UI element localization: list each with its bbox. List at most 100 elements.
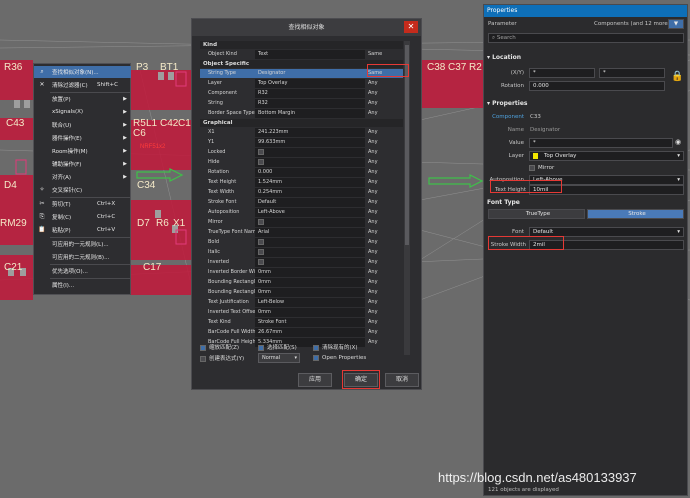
property-row[interactable]: Locked Any xyxy=(200,148,403,157)
context-menu-item[interactable]: Room操作(M) ▶ xyxy=(34,145,131,157)
vertical-scrollbar[interactable] xyxy=(404,41,410,355)
lock-icon[interactable]: 🔒 xyxy=(671,71,683,82)
property-row[interactable]: Rotation 0.000 Any xyxy=(200,168,403,177)
property-value[interactable] xyxy=(255,248,365,257)
property-row[interactable]: Component R32 Any xyxy=(200,89,403,98)
property-row[interactable]: Border Space Type Bottom Margin Any xyxy=(200,109,403,118)
section-header[interactable]: Kind xyxy=(200,41,403,49)
property-value[interactable]: 241.223mm xyxy=(255,128,365,137)
match-select[interactable]: Any xyxy=(365,89,403,98)
property-value[interactable]: 0mm xyxy=(255,288,365,297)
rotation-input[interactable]: 0.000 xyxy=(529,81,665,91)
context-menu-item[interactable]: 辅助操作(F) ▶ xyxy=(34,158,131,170)
match-select[interactable]: Any xyxy=(365,238,403,247)
property-value[interactable]: 0.000 xyxy=(255,168,365,177)
match-select[interactable]: Any xyxy=(365,178,403,187)
match-select[interactable]: Any xyxy=(365,79,403,88)
layer-select[interactable]: Top Overlay ▾ xyxy=(529,151,684,161)
context-menu-item[interactable]: 放置(P) ▶ xyxy=(34,93,131,105)
property-value[interactable]: Left-Above xyxy=(255,208,365,217)
y-input[interactable]: * xyxy=(599,68,665,78)
match-select[interactable]: Any xyxy=(365,168,403,177)
match-select[interactable]: Any xyxy=(365,109,403,118)
property-row[interactable]: BarCode Full Width 26.67mm Any xyxy=(200,328,403,337)
match-select[interactable]: Any xyxy=(365,278,403,287)
stroke-toggle[interactable]: Stroke xyxy=(587,209,684,219)
cancel-button[interactable]: 取消 xyxy=(385,373,419,387)
property-value[interactable]: 26.67mm xyxy=(255,328,365,337)
property-row[interactable]: Text Width 0.254mm Any xyxy=(200,188,403,197)
property-value[interactable] xyxy=(255,148,365,157)
match-select[interactable]: Any xyxy=(365,218,403,227)
search-input[interactable]: ⌕ Search xyxy=(488,33,684,43)
property-row[interactable]: Inverted Text Offset 0mm Any xyxy=(200,308,403,317)
truetype-toggle[interactable]: TrueType xyxy=(488,209,585,219)
match-select[interactable]: Any xyxy=(365,198,403,207)
properties-section[interactable]: ▾ Properties xyxy=(487,100,527,107)
property-row[interactable]: Italic Any xyxy=(200,248,403,257)
property-row[interactable]: Layer Top Overlay Any xyxy=(200,79,403,88)
value-input[interactable]: * xyxy=(529,138,673,148)
match-select[interactable]: Same xyxy=(365,50,403,59)
match-select[interactable]: Any xyxy=(365,128,403,137)
property-row[interactable]: Autoposition Left-Above Any xyxy=(200,208,403,217)
property-value[interactable]: Designator xyxy=(255,69,365,78)
match-select[interactable]: Any xyxy=(365,158,403,167)
property-value[interactable]: 99.633mm xyxy=(255,138,365,147)
match-select[interactable]: Any xyxy=(365,138,403,147)
create-expression-option[interactable]: 创建表达式(Y) xyxy=(200,354,244,362)
context-menu-item[interactable]: ⎘ 复制(C) Ctrl+C xyxy=(34,211,131,223)
zoom-match-option[interactable]: 缩放匹配(Z) xyxy=(200,343,239,351)
section-header[interactable]: Graphical xyxy=(200,119,403,127)
property-row[interactable]: Mirror Any xyxy=(200,218,403,227)
context-menu-item[interactable]: 属性(I)... xyxy=(34,279,131,291)
context-menu-item[interactable]: xSignals(X) ▶ xyxy=(34,106,131,118)
property-value[interactable]: Stroke Font xyxy=(255,318,365,327)
context-menu-item[interactable]: 对齐(A) ▶ xyxy=(34,171,131,183)
checkbox-icon[interactable] xyxy=(258,219,264,225)
property-value[interactable]: 0mm xyxy=(255,278,365,287)
clear-existing-option[interactable]: 清除现有的(X) xyxy=(313,343,358,351)
property-row[interactable]: Object Kind Text Same xyxy=(200,50,403,59)
match-select[interactable]: Any xyxy=(365,288,403,297)
context-menu-item[interactable]: ✂ 剪切(T) Ctrl+X xyxy=(34,198,131,210)
context-menu-item[interactable]: 可应用的二元规则(B)... xyxy=(34,251,131,263)
match-select[interactable]: Any xyxy=(365,338,403,347)
match-select[interactable]: Any xyxy=(365,318,403,327)
property-row[interactable]: TrueType Font Name Arial Any xyxy=(200,228,403,237)
property-value[interactable]: Top Overlay xyxy=(255,79,365,88)
property-row[interactable]: String R32 Any xyxy=(200,99,403,108)
checkbox-icon[interactable] xyxy=(258,239,264,245)
property-row[interactable]: Inverted Border Width0mmAny xyxy=(200,268,403,277)
property-row[interactable]: Text Height 1.524mm Any xyxy=(200,178,403,187)
property-row[interactable]: Inverted Any xyxy=(200,258,403,267)
property-value[interactable]: R32 xyxy=(255,99,365,108)
eye-icon[interactable]: ◉ xyxy=(675,138,681,146)
filter-icon[interactable]: ▼ xyxy=(668,19,684,29)
match-select[interactable]: Any xyxy=(365,99,403,108)
apply-button[interactable]: 应用 xyxy=(298,373,332,387)
property-value[interactable] xyxy=(255,258,365,267)
context-menu-item[interactable]: 📋 粘贴(P) Ctrl+V xyxy=(34,224,131,236)
close-icon[interactable]: ✕ xyxy=(404,21,418,33)
property-value[interactable]: 1.524mm xyxy=(255,178,365,187)
components-filter[interactable]: Components (and 12 more) xyxy=(594,21,670,27)
open-properties-option[interactable]: Open Properties xyxy=(313,354,366,361)
context-menu-item[interactable]: ✕ 清除过滤器(C) Shift+C xyxy=(34,79,131,91)
match-select[interactable]: Any xyxy=(365,148,403,157)
context-menu-item[interactable]: ✧ 交叉探针(C) xyxy=(34,184,131,196)
property-value[interactable]: Left-Below xyxy=(255,298,365,307)
property-value[interactable] xyxy=(255,238,365,247)
context-menu-item[interactable]: 可应用的一元规则(L)... xyxy=(34,238,131,250)
checkbox-icon[interactable] xyxy=(258,249,264,255)
property-row[interactable]: Text Justification Left-Below Any xyxy=(200,298,403,307)
match-select[interactable]: Any xyxy=(365,258,403,267)
checkbox-icon[interactable] xyxy=(258,159,264,165)
property-row[interactable]: Y1 99.633mm Any xyxy=(200,138,403,147)
property-row[interactable]: Stroke Font Default Any xyxy=(200,198,403,207)
property-row[interactable]: Bold Any xyxy=(200,238,403,247)
context-menu-item[interactable]: 联合(U) ▶ xyxy=(34,119,131,131)
match-select[interactable]: Any xyxy=(365,188,403,197)
match-select[interactable]: Any xyxy=(365,268,403,277)
property-row[interactable]: X1 241.223mm Any xyxy=(200,128,403,137)
